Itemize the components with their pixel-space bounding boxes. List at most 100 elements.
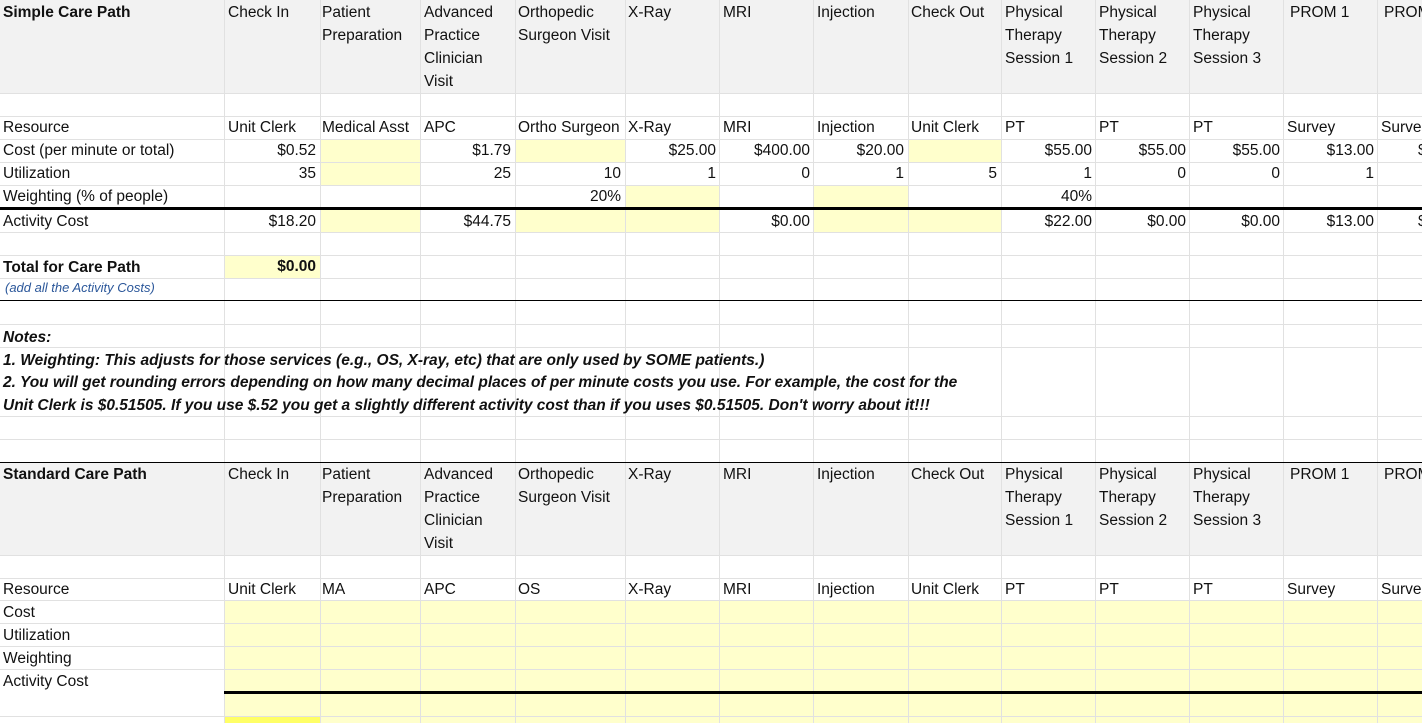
std-label-utilization: Utilization — [3, 627, 71, 644]
std-label-resource: Resource — [3, 581, 70, 598]
resource-cell[interactable]: Unit Clerk — [228, 116, 296, 139]
std-resource-cell[interactable]: MA — [322, 578, 345, 601]
cost-cell[interactable]: $55.00 — [1001, 139, 1092, 162]
std-resource-cell[interactable]: Unit Clerk — [228, 578, 296, 601]
activity-cell[interactable]: $13.00 — [1283, 210, 1374, 233]
ma-activity-input[interactable] — [320, 210, 420, 233]
weighting-cell[interactable]: 40% — [1001, 185, 1092, 208]
activity-cell[interactable]: $22.00 — [1001, 210, 1092, 233]
header-pt2: Physical Therapy Session 2 — [1099, 4, 1168, 67]
header-check-out: Check Out — [911, 4, 985, 21]
cost-cell[interactable]: $ — [1418, 139, 1422, 162]
injection-checkout-activity-input[interactable] — [813, 210, 1001, 233]
ortho-xray-activity-input[interactable] — [515, 210, 719, 233]
utilization-cell[interactable]: 0 — [1189, 162, 1280, 185]
total-value[interactable]: $0.00 — [224, 255, 316, 278]
std-header-patient-prep: Patient Preparation — [322, 466, 403, 506]
injection-weight-input[interactable] — [813, 185, 908, 208]
std-label-weighting: Weighting — [3, 650, 72, 667]
std-header-pt2: Physical Therapy Session 2 — [1099, 466, 1168, 529]
std-resource-cell[interactable]: PT — [1193, 578, 1213, 601]
resource-cell[interactable]: Medical Asst — [322, 116, 409, 139]
resource-cell[interactable]: PT — [1193, 116, 1213, 139]
resource-cell[interactable]: X-Ray — [628, 116, 671, 139]
standard-total-cell[interactable] — [224, 716, 320, 723]
std-resource-cell[interactable]: X-Ray — [628, 578, 671, 601]
activity-cell[interactable]: $0.00 — [1189, 210, 1280, 233]
cost-cell[interactable]: $55.00 — [1095, 139, 1186, 162]
std-header-prom2: PROM — [1384, 466, 1422, 483]
resource-cell[interactable]: MRI — [723, 116, 751, 139]
checkout-cost-input[interactable] — [908, 139, 1001, 162]
resource-cell[interactable]: Unit Clerk — [911, 116, 979, 139]
utilization-cell[interactable]: 5 — [908, 162, 997, 185]
header-prom2: PROM — [1384, 4, 1422, 21]
standard-input-area[interactable] — [224, 600, 1422, 723]
std-label-cost: Cost — [3, 604, 35, 621]
activity-cell[interactable]: $44.75 — [420, 210, 511, 233]
std-label-activity-cost: Activity Cost — [3, 673, 89, 690]
label-weighting: Weighting (% of people) — [3, 188, 169, 205]
std-resource-cell[interactable]: MRI — [723, 578, 751, 601]
header-prom1: PROM 1 — [1290, 4, 1350, 21]
utilization-cell[interactable]: 1 — [813, 162, 904, 185]
simple-title: Simple Care Path — [3, 4, 131, 21]
std-resource-cell[interactable]: Surve — [1381, 578, 1422, 601]
std-resource-cell[interactable]: Survey — [1287, 578, 1335, 601]
cost-cell[interactable]: $13.00 — [1283, 139, 1374, 162]
utilization-cell[interactable]: 1 — [625, 162, 716, 185]
std-header-check-out: Check Out — [911, 466, 985, 483]
utilization-cell[interactable]: 10 — [515, 162, 621, 185]
simple-section-divider — [0, 300, 1422, 301]
header-pt1: Physical Therapy Session 1 — [1005, 4, 1074, 67]
cost-cell[interactable]: $55.00 — [1189, 139, 1280, 162]
std-resource-cell[interactable]: PT — [1005, 578, 1025, 601]
total-subnote: (add all the Activity Costs) — [5, 280, 155, 295]
resource-cell[interactable]: Survey — [1287, 116, 1335, 139]
notes-title: Notes: — [3, 329, 52, 346]
standard-title: Standard Care Path — [3, 466, 147, 483]
notes-line-3: Unit Clerk is $0.51505. If you use $.52 … — [3, 397, 930, 414]
cost-cell[interactable]: $400.00 — [719, 139, 810, 162]
std-header-pt1: Physical Therapy Session 1 — [1005, 466, 1074, 529]
resource-cell[interactable]: Injection — [817, 116, 875, 139]
utilization-cell[interactable]: 35 — [224, 162, 316, 185]
xray-weight-input[interactable] — [625, 185, 719, 208]
activity-cell[interactable]: $18.20 — [224, 210, 316, 233]
header-xray: X-Ray — [628, 4, 672, 21]
std-resource-cell[interactable]: Unit Clerk — [911, 578, 979, 601]
resource-cell[interactable]: PT — [1099, 116, 1119, 139]
weighting-cell[interactable]: 20% — [515, 185, 621, 208]
utilization-cell[interactable]: 1 — [1001, 162, 1092, 185]
resource-cell[interactable]: Surve — [1381, 116, 1422, 139]
resource-cell[interactable]: Ortho Surgeon — [518, 116, 620, 139]
std-header-mri: MRI — [723, 466, 752, 483]
activity-cell[interactable]: $0.00 — [1095, 210, 1186, 233]
std-resource-cell[interactable]: OS — [518, 578, 540, 601]
utilization-cell[interactable]: 0 — [719, 162, 810, 185]
std-header-check-in: Check In — [228, 466, 290, 483]
utilization-cell[interactable]: 1 — [1283, 162, 1374, 185]
utilization-cell[interactable]: 0 — [1095, 162, 1186, 185]
std-resource-cell[interactable]: PT — [1099, 578, 1119, 601]
ortho-cost-input[interactable] — [515, 139, 625, 162]
notes-line-1: 1. Weighting: This adjusts for those ser… — [3, 352, 765, 369]
cost-cell[interactable]: $20.00 — [813, 139, 904, 162]
std-header-prom1: PROM 1 — [1290, 466, 1350, 483]
resource-cell[interactable]: PT — [1005, 116, 1025, 139]
activity-cell[interactable]: $0.00 — [719, 210, 810, 233]
label-utilization: Utilization — [3, 165, 71, 182]
std-resource-cell[interactable]: APC — [424, 578, 456, 601]
utilization-cell[interactable]: 25 — [420, 162, 511, 185]
cost-cell[interactable]: $25.00 — [625, 139, 716, 162]
header-apc-visit: Advanced Practice Clinician Visit — [424, 4, 493, 90]
notes-line-2: 2. You will get rounding errors dependin… — [3, 374, 958, 391]
activity-cell[interactable]: $ — [1418, 210, 1422, 233]
label-cost: Cost (per minute or total) — [3, 142, 175, 159]
header-injection: Injection — [817, 4, 875, 21]
header-patient-prep: Patient Preparation — [322, 4, 403, 44]
cost-cell[interactable]: $0.52 — [224, 139, 316, 162]
cost-cell[interactable]: $1.79 — [420, 139, 511, 162]
std-resource-cell[interactable]: Injection — [817, 578, 875, 601]
resource-cell[interactable]: APC — [424, 116, 456, 139]
